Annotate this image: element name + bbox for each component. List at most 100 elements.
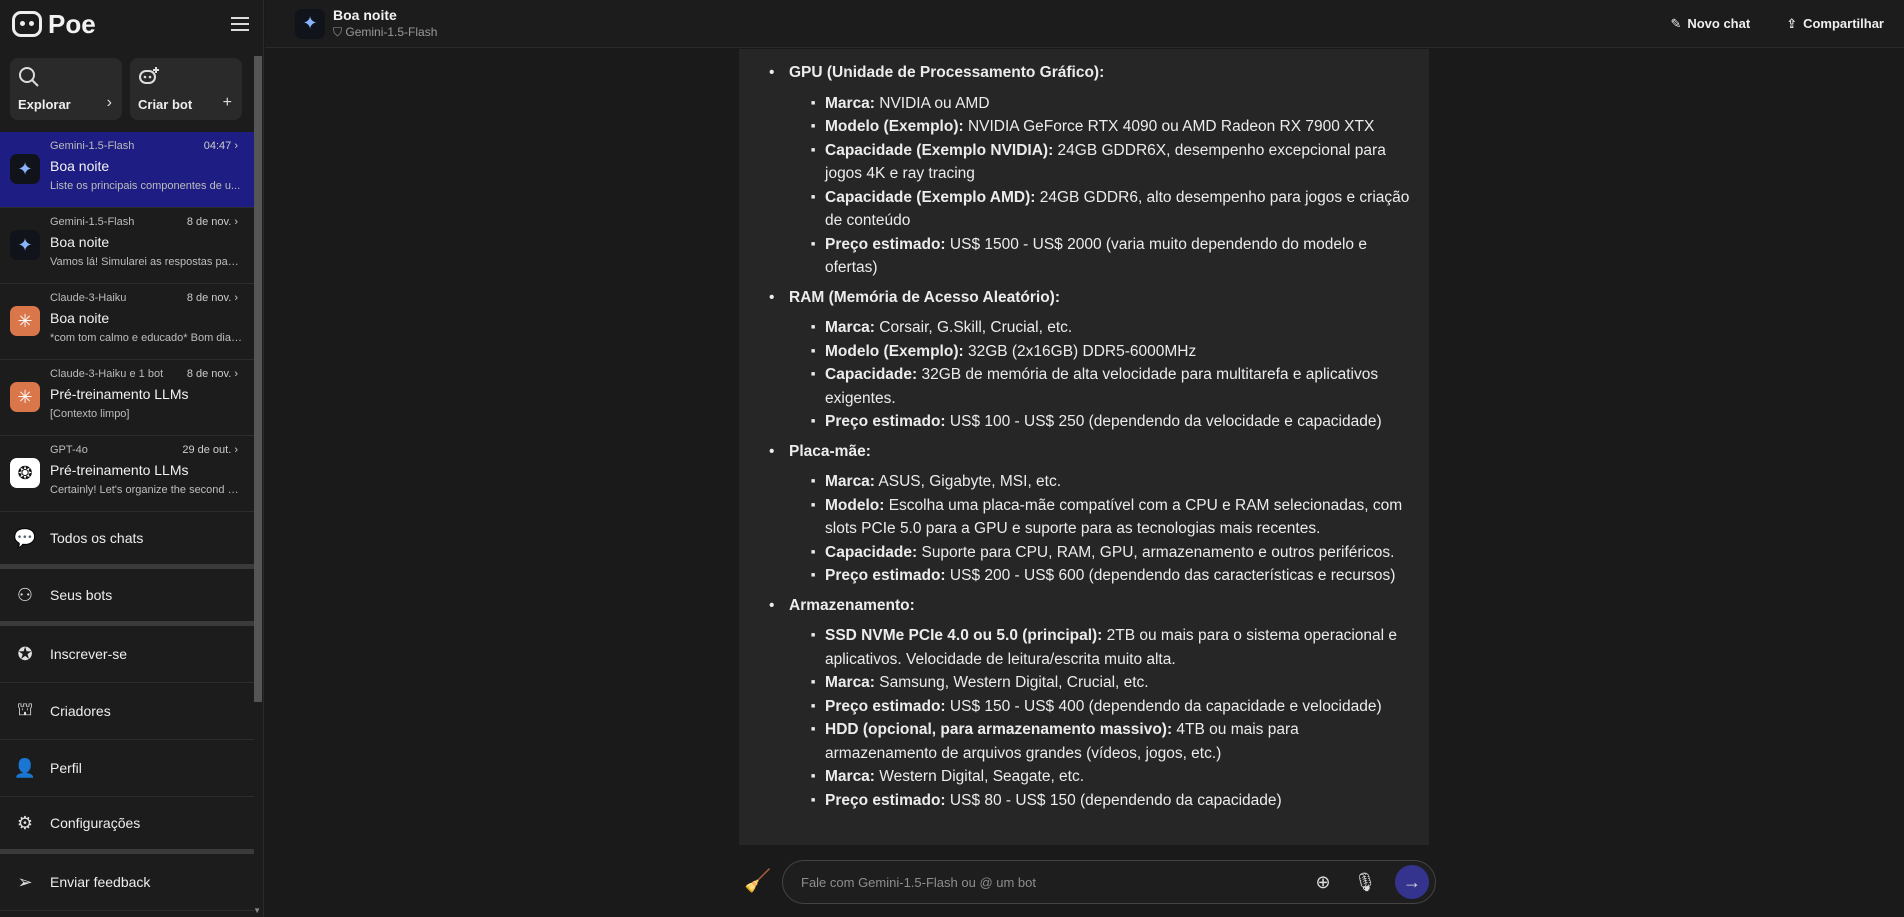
item-label: Preço estimado: (825, 567, 946, 584)
share-button[interactable]: ⇪ Compartilhar (1786, 16, 1884, 32)
chat-title: Boa noite (50, 310, 110, 326)
list-item: Preço estimado: US$ 150 - US$ 400 (depen… (811, 695, 1413, 719)
item-label: Modelo (Exemplo): (825, 342, 964, 360)
chat-item[interactable]: ✳ Claude-3-Haiku e 1 bot 8 de nov. Pré-t… (0, 360, 254, 436)
chat-time: 04:47 (204, 140, 238, 152)
nav-creators[interactable]: ⛫ Criadores (0, 683, 254, 740)
item-text: US$ 80 - US$ 150 (dependendo da capacida… (945, 791, 1282, 809)
chat-item[interactable]: ❂ GPT-4o 29 de out. Pré-treinamento LLMs… (0, 436, 254, 512)
item-text: Escolha uma placa-mãe compatível com a C… (825, 496, 1403, 538)
microphone-icon[interactable]: 🎙 (1353, 870, 1377, 894)
chat-title: Boa noite (50, 234, 110, 250)
section-items: Marca: ASUS, Gigabyte, MSI, etc. Modelo:… (789, 470, 1413, 588)
chevron-right-icon: › (106, 94, 112, 111)
chat-header-subtitle: ⛉ Gemini-1.5-Flash (333, 25, 437, 40)
chat-header-title: Boa noite (333, 7, 397, 23)
item-label: Marca: (825, 473, 875, 490)
list-item: Capacidade (Exemplo AMD): 24GB GDDR6, al… (811, 186, 1413, 233)
gemini-icon: ✦ (10, 154, 40, 184)
creators-icon: ⛫ (16, 699, 34, 719)
item-text: US$ 100 - US$ 250 (dependendo da velocid… (945, 413, 1382, 430)
clear-context-broom-icon[interactable]: 🧹 (744, 868, 771, 894)
nav-label: Criadores (50, 703, 111, 719)
section-title: GPU (Unidade de Processamento Gráfico): (789, 64, 1105, 81)
hamburger-menu-icon[interactable] (231, 17, 249, 31)
item-label: Marca: (825, 768, 875, 785)
chat-item[interactable]: ✳ Claude-3-Haiku 8 de nov. Boa noite *co… (0, 284, 254, 360)
nav-your-bots[interactable]: ⚇ Seus bots (0, 569, 254, 626)
chat-title: Boa noite (50, 158, 110, 174)
chat-item[interactable]: ✦ Gemini-1.5-Flash 04:47 Boa noite Liste… (0, 132, 254, 208)
item-text: ASUS, Gigabyte, MSI, etc. (874, 473, 1062, 490)
gemini-icon: ✦ (10, 230, 40, 260)
scroll-down-arrow-icon[interactable]: ▼ (253, 906, 261, 915)
add-attachment-icon[interactable]: ⊕ (1311, 870, 1335, 894)
item-label: Capacidade (Exemplo AMD): (825, 188, 1036, 206)
list-item: Capacidade: 32GB de memória de alta velo… (811, 363, 1413, 410)
nav-profile[interactable]: 👤 Perfil (0, 740, 254, 797)
settings-icon: ⚙ (16, 812, 34, 833)
item-text: Western Digital, Seagate, etc. (874, 768, 1085, 785)
nav-feedback[interactable]: ➢ Enviar feedback (0, 854, 254, 911)
send-button[interactable]: → (1395, 865, 1429, 899)
list-item: Preço estimado: US$ 100 - US$ 250 (depen… (811, 410, 1413, 434)
item-text: US$ 150 - US$ 400 (dependendo da capacid… (945, 697, 1382, 715)
claude-icon: ✳ (10, 382, 40, 412)
chat-time: 8 de nov. (187, 292, 238, 304)
item-text: Suporte para CPU, RAM, GPU, armazenament… (917, 543, 1395, 561)
bot-name: Gemini-1.5-Flash (345, 25, 438, 39)
item-text: NVIDIA GeForce RTX 4090 ou AMD Radeon RX… (963, 118, 1375, 135)
item-label: Capacidade: (825, 543, 918, 561)
section-title: Armazenamento: (789, 596, 915, 614)
chat-item[interactable]: ✦ Gemini-1.5-Flash 8 de nov. Boa noite V… (0, 208, 254, 284)
section-items: SSD NVMe PCIe 4.0 ou 5.0 (principal): 2T… (789, 624, 1413, 812)
list-item: Modelo (Exemplo): 32GB (2x16GB) DDR5-600… (811, 340, 1413, 364)
message-composer[interactable]: Fale com Gemini-1.5-Flash ou @ um bot ⊕ … (782, 860, 1436, 904)
section-title: RAM (Memória de Acesso Aleatório): (789, 288, 1061, 306)
explore-label: Explorar (18, 97, 71, 112)
sidebar: Poe Explorar › Criar bot + ✦ Gemini-1.5-… (0, 0, 264, 917)
chat-preview: Vamos lá! Simularei as respostas para ..… (50, 256, 242, 268)
item-text: 32GB (2x16GB) DDR5-6000MHz (963, 342, 1197, 360)
list-item: Marca: Western Digital, Seagate, etc. (811, 765, 1413, 789)
item-label: Marca: (825, 674, 875, 691)
nav-label: Todos os chats (50, 530, 144, 546)
nav-label: Enviar feedback (50, 874, 151, 890)
chats-icon: 💬 (13, 527, 37, 548)
item-label: Capacidade: (825, 366, 918, 383)
list-item: Capacidade (Exemplo NVIDIA): 24GB GDDR6X… (811, 139, 1413, 186)
edit-icon: ✎ (1670, 15, 1682, 31)
nav-settings[interactable]: ⚙ Configurações (0, 797, 254, 854)
bot-message: GPU (Unidade de Processamento Gráfico): … (739, 49, 1429, 845)
item-label: Capacidade (Exemplo NVIDIA): (825, 141, 1054, 159)
nav-all-chats[interactable]: 💬 Todos os chats (0, 512, 254, 569)
poe-logo[interactable]: Poe (12, 9, 96, 40)
item-text: Corsair, G.Skill, Crucial, etc. (874, 319, 1073, 336)
bots-icon: ⚇ (16, 584, 34, 605)
chat-title: Pré-treinamento LLMs (50, 462, 189, 478)
chat-preview: [Contexto limpo] (50, 408, 130, 420)
nav-subscribe[interactable]: ✪ Inscrever-se (0, 626, 254, 683)
item-label: SSD NVMe PCIe 4.0 ou 5.0 (principal): (825, 627, 1103, 644)
list-item: Modelo (Exemplo): NVIDIA GeForce RTX 409… (811, 115, 1413, 139)
new-chat-button[interactable]: ✎ Novo chat (1670, 16, 1750, 32)
chat-time: 8 de nov. (187, 368, 238, 380)
openai-icon: ❂ (10, 458, 40, 488)
create-bot-card[interactable]: Criar bot + (130, 58, 242, 120)
header-actions: ✎ Novo chat ⇪ Compartilhar (1670, 16, 1904, 32)
header-titles[interactable]: Boa noite ⛉ Gemini-1.5-Flash (333, 7, 437, 40)
profile-icon: 👤 (13, 757, 37, 778)
item-text: US$ 200 - US$ 600 (dependendo das caract… (945, 567, 1396, 584)
composer-input[interactable]: Fale com Gemini-1.5-Flash ou @ um bot (801, 875, 1036, 890)
item-label: HDD (opcional, para armazenamento massiv… (825, 721, 1173, 738)
section-motherboard: Placa-mãe: Marca: ASUS, Gigabyte, MSI, e… (761, 440, 1413, 588)
list-item: Preço estimado: US$ 80 - US$ 150 (depend… (811, 789, 1413, 813)
sidebar-scrollbar[interactable] (254, 56, 262, 702)
explore-card[interactable]: Explorar › (10, 58, 122, 120)
share-label: Compartilhar (1803, 16, 1884, 31)
chat-time: 29 de out. (182, 444, 238, 456)
composer-actions: ⊕ 🎙 → (1311, 865, 1435, 899)
gemini-icon[interactable]: ✦ (295, 8, 325, 39)
search-icon (19, 67, 39, 87)
item-label: Preço estimado: (825, 791, 946, 809)
